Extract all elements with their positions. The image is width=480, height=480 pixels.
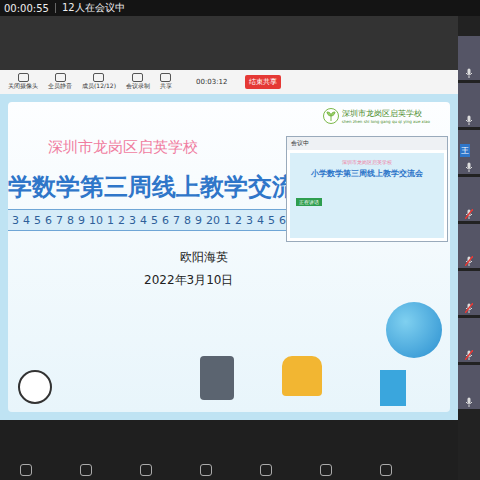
tool-icon xyxy=(93,73,104,82)
toolbar-icon[interactable] xyxy=(260,464,272,476)
toolbar-icon[interactable] xyxy=(380,464,392,476)
toolbar-button[interactable]: 共享 xyxy=(160,73,172,91)
share-toolbar: 关闭摄像头全员静音成员(12/12) 会议录制共享 00:03:12 结束共享 xyxy=(0,70,458,94)
share-timer: 00:03:12 xyxy=(196,78,227,86)
toolbar-icon[interactable] xyxy=(80,464,92,476)
mic-icon xyxy=(465,397,473,407)
presenter: 欧阳海英 xyxy=(180,249,450,266)
speaker-tag: 正在讲话 xyxy=(296,198,322,206)
participant-strip: 王 xyxy=(458,16,480,480)
toolbar-button[interactable]: 全员静音 xyxy=(48,73,72,91)
participant-count: 12人在会议中 xyxy=(62,1,125,15)
toolbar-button[interactable]: 关闭摄像头 xyxy=(8,73,38,91)
mic-icon xyxy=(465,350,473,360)
bottom-toolbar xyxy=(0,420,458,480)
mic-icon xyxy=(465,115,473,125)
tool-icon xyxy=(18,73,29,82)
participant-tile[interactable] xyxy=(458,224,480,268)
tool-icon xyxy=(160,73,171,82)
inset-window[interactable]: 会议中深圳市龙岗区启英学校小学数学第三周线上教学交流会正在讲话 xyxy=(286,136,448,242)
meeting-screen: 00:00:55 12人在会议中关闭摄像头全员静音成员(12/12) 会议录制共享 0… xyxy=(0,0,480,480)
mic-icon xyxy=(465,209,473,219)
participant-tile[interactable]: 王 xyxy=(458,130,480,174)
school-logo: 深圳市龙岗区启英学校shen zhen shi long gang qu qi … xyxy=(323,108,430,124)
calculator-icon xyxy=(200,356,234,400)
toolbar-icon[interactable] xyxy=(320,464,332,476)
meeting-timer: 00:00:55 xyxy=(4,3,49,14)
participant-tile[interactable] xyxy=(458,36,480,80)
slide: 深圳市龙岗区启英学校shen zhen shi long gang qu qi … xyxy=(0,94,458,420)
end-share-button[interactable]: 结束共享 xyxy=(245,75,281,89)
mic-icon xyxy=(465,162,473,172)
book-icon xyxy=(380,370,406,406)
status-bar: 00:00:55 12人在会议中 xyxy=(0,0,480,16)
mic-icon xyxy=(465,68,473,78)
participant-tile[interactable] xyxy=(458,271,480,315)
share-stage: 关闭摄像头全员静音成员(12/12) 会议录制共享 00:03:12 结束共享深圳市龙… xyxy=(0,16,458,480)
backpack-icon xyxy=(282,356,322,396)
toolbar-button[interactable]: 成员(12/12) xyxy=(82,73,116,91)
globe-icon xyxy=(386,302,442,358)
toolbar-button[interactable]: 会议录制 xyxy=(126,73,150,91)
participant-tile[interactable] xyxy=(458,177,480,221)
toolbar-icon[interactable] xyxy=(140,464,152,476)
participant-tile[interactable] xyxy=(458,365,480,409)
toolbar-icon[interactable] xyxy=(200,464,212,476)
mic-icon xyxy=(465,256,473,266)
mic-icon xyxy=(465,303,473,313)
tool-icon xyxy=(132,73,143,82)
slide-date: 2022年3月10日 xyxy=(144,272,450,289)
ball-icon xyxy=(18,370,52,404)
tool-icon xyxy=(55,73,66,82)
sprout-icon xyxy=(323,108,339,124)
toolbar-icon[interactable] xyxy=(20,464,32,476)
participant-tile[interactable] xyxy=(458,318,480,362)
participant-tile[interactable] xyxy=(458,83,480,127)
